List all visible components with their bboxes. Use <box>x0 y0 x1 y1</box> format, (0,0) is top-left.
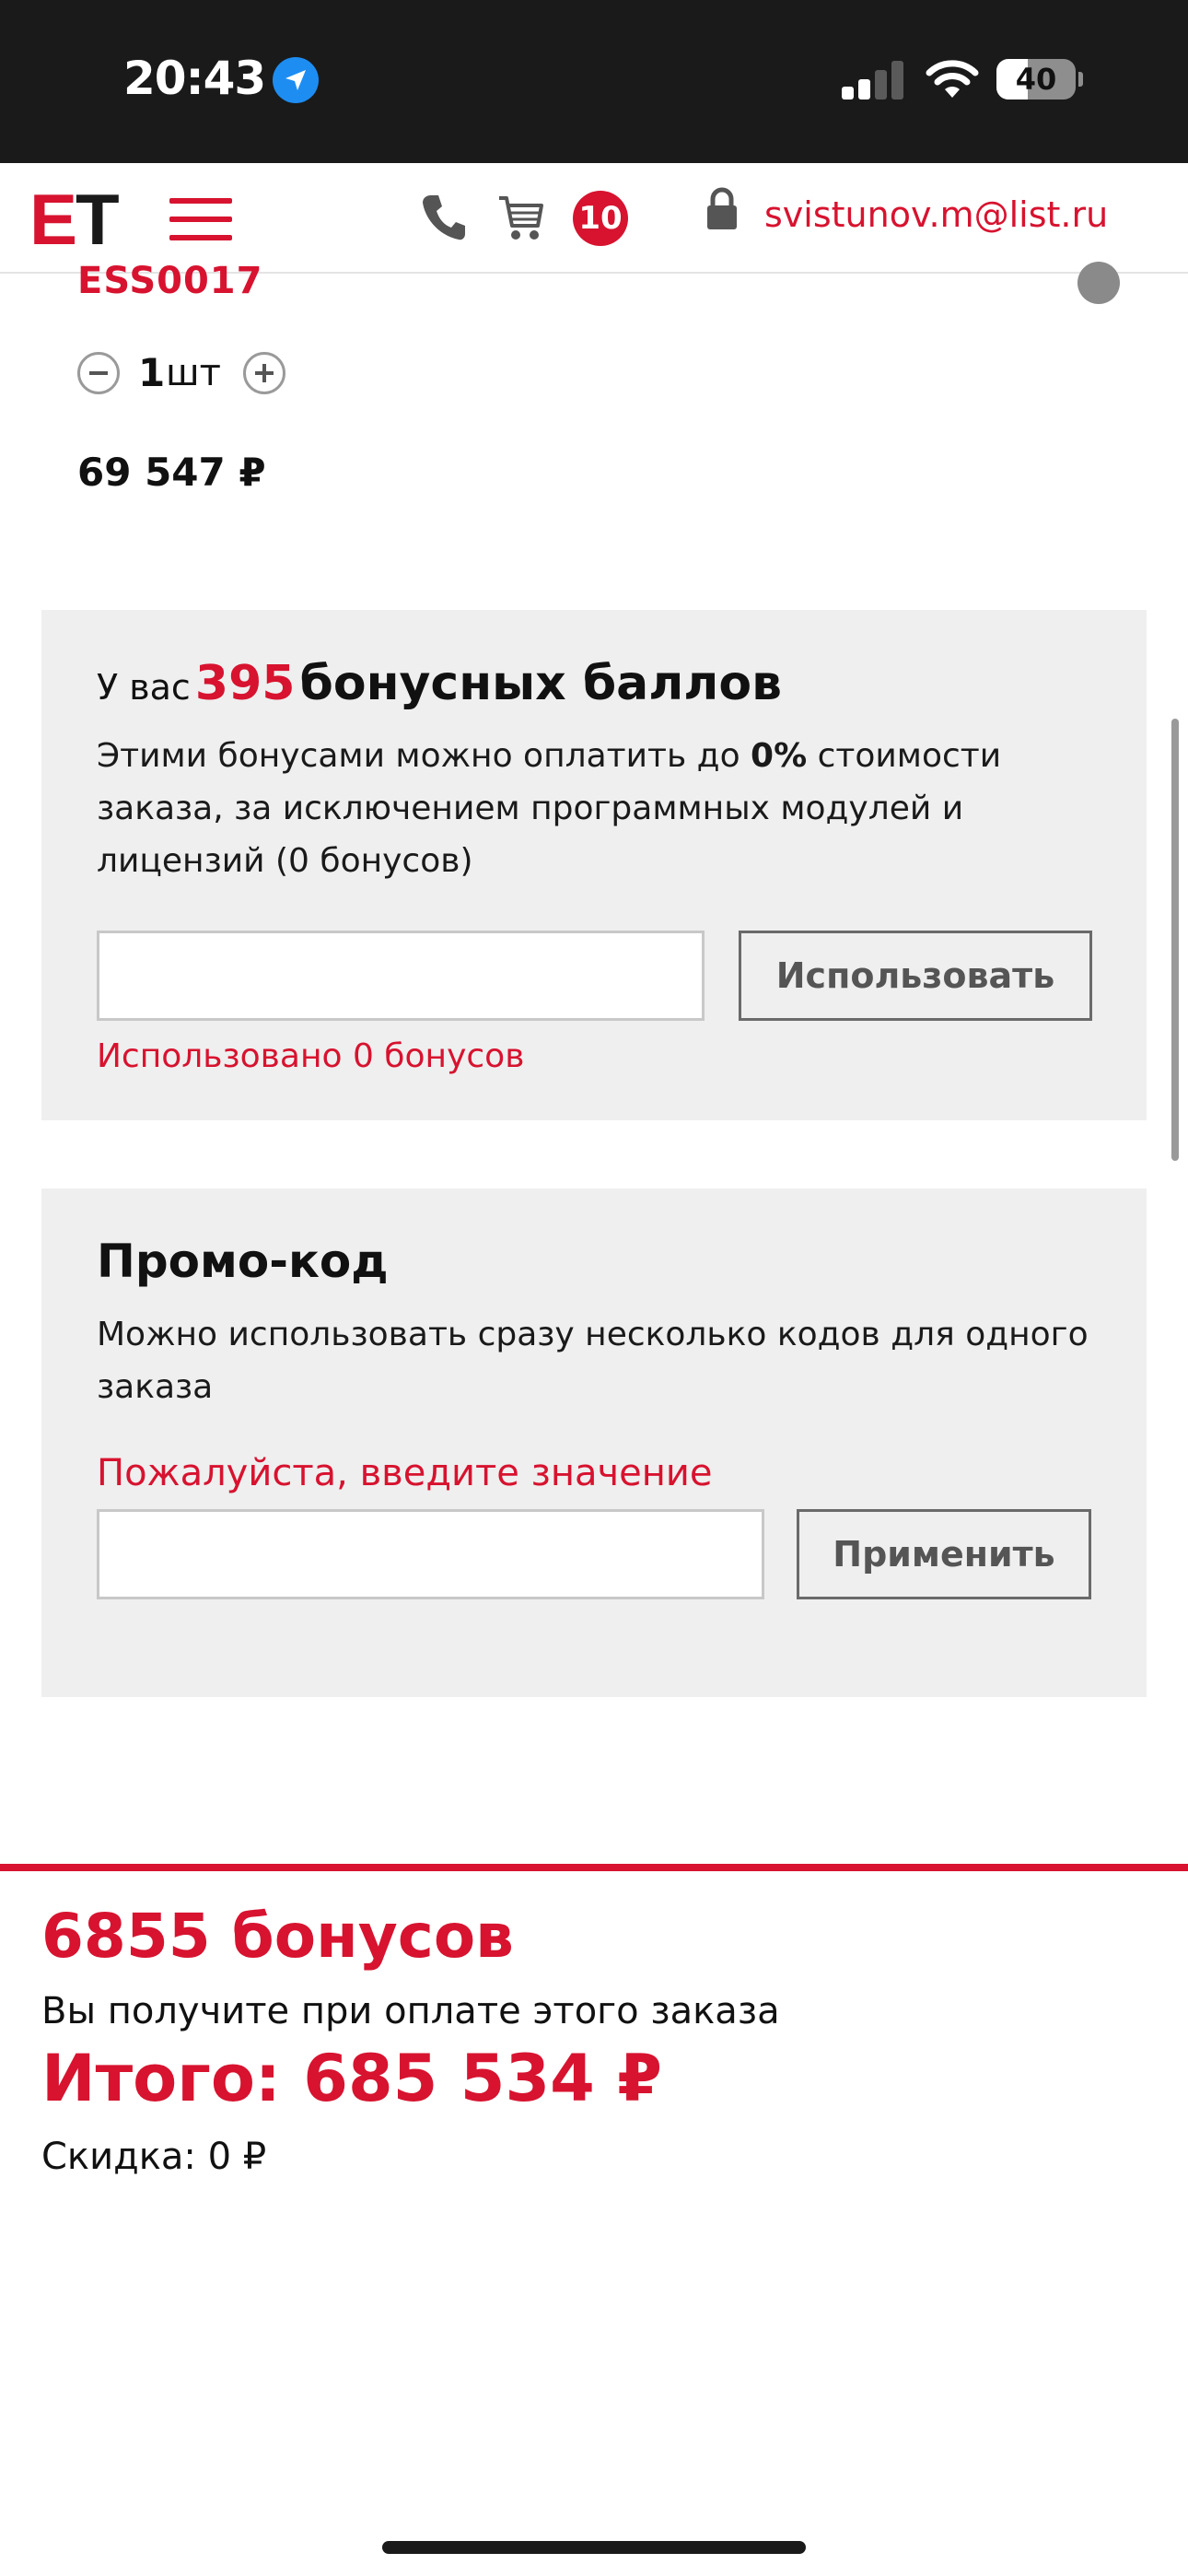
bonus-title: У вас 395 бонусных баллов <box>97 656 782 711</box>
logo-letter-e: E <box>29 179 77 260</box>
phone-icon[interactable] <box>420 193 466 246</box>
scrollbar[interactable] <box>1171 719 1179 1161</box>
bonus-earned: 6855 бонусов <box>41 1901 514 1972</box>
product-code[interactable]: ESS0017 <box>77 260 262 302</box>
battery-level: 40 <box>1015 62 1057 97</box>
cart-count-badge[interactable]: 10 <box>573 191 628 246</box>
promo-description: Можно использовать сразу несколько кодов… <box>97 1316 1089 1406</box>
bonus-description: Этими бонусами можно оплатить до 0% стои… <box>97 730 1064 887</box>
cart-icon[interactable] <box>497 193 543 246</box>
home-indicator[interactable] <box>382 2541 806 2554</box>
location-arrow-icon <box>273 57 319 103</box>
apply-promo-button[interactable]: Применить <box>797 1509 1091 1599</box>
bonus-amount-input[interactable] <box>97 931 705 1021</box>
order-total: Итого: 685 534 ₽ <box>41 2041 662 2116</box>
user-email-link[interactable]: svistunov.m@list.ru <box>764 194 1108 235</box>
use-bonus-button[interactable]: Использовать <box>739 931 1092 1021</box>
bonus-points: 395 <box>194 656 296 711</box>
discount-amount: Скидка: 0 ₽ <box>41 2136 267 2178</box>
bonus-desc-part1: Этими бонусами можно оплатить до <box>97 737 740 775</box>
menu-icon[interactable] <box>169 198 232 240</box>
status-time: 20:43 <box>123 52 266 105</box>
status-bar: 20:43 40 <box>0 0 1188 163</box>
battery-icon: 40 <box>996 59 1083 100</box>
logo[interactable]: ET <box>29 178 120 262</box>
quantity-unit: шт <box>166 352 221 394</box>
logo-letter-t: T <box>76 179 120 260</box>
bonus-earned-note: Вы получите при оплате этого заказа <box>41 1990 780 2032</box>
quantity-increase-button[interactable] <box>243 352 285 394</box>
totals-divider <box>0 1864 1188 1871</box>
promo-error-message: Пожалуйста, введите значение <box>97 1452 713 1494</box>
site-header: ET 10 svistunov.m@list.ru <box>0 163 1188 274</box>
quantity-decrease-button[interactable] <box>77 352 120 394</box>
quantity-value: 1 <box>138 350 166 395</box>
item-price: 69 547 ₽ <box>77 450 266 495</box>
bonus-title-prefix: У вас <box>97 667 191 708</box>
lock-icon <box>704 187 740 237</box>
bonus-title-suffix: бонусных баллов <box>299 656 783 711</box>
promo-code-input[interactable] <box>97 1509 764 1599</box>
promo-title: Промо-код <box>97 1235 389 1288</box>
close-icon[interactable] <box>1077 262 1120 304</box>
bonus-desc-percent: 0% <box>751 737 808 775</box>
bonus-used-text: Использовано 0 бонусов <box>97 1037 525 1075</box>
signal-icon <box>842 61 904 100</box>
bonus-panel: У вас 395 бонусных баллов Этими бонусами… <box>41 610 1147 1120</box>
wifi-icon <box>924 57 981 103</box>
promo-panel: Промо-код Можно использовать сразу неско… <box>41 1188 1147 1697</box>
